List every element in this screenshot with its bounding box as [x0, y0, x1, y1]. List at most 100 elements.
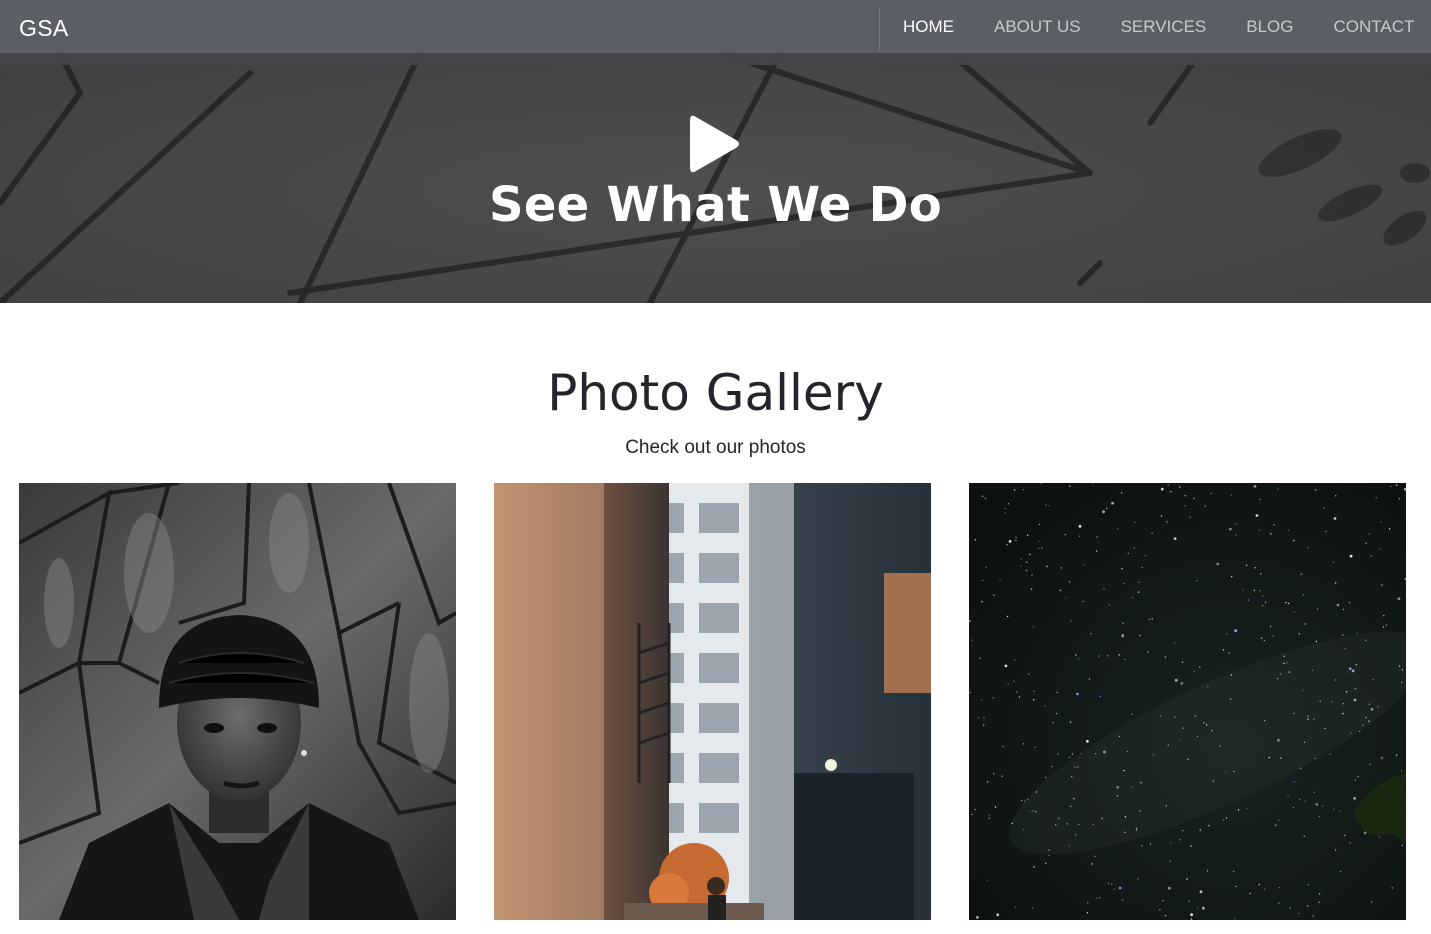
star	[1029, 553, 1031, 556]
star	[1370, 555, 1372, 557]
star	[1028, 673, 1030, 675]
star	[1127, 552, 1129, 555]
star	[1277, 738, 1280, 742]
star	[986, 781, 989, 783]
star	[1011, 822, 1013, 825]
star	[1255, 514, 1259, 517]
star	[1025, 569, 1028, 572]
star	[1164, 656, 1167, 658]
star	[1122, 622, 1124, 624]
star	[1325, 530, 1327, 533]
star	[1070, 805, 1072, 807]
star	[1339, 870, 1342, 873]
star	[1210, 492, 1212, 495]
star	[1141, 845, 1143, 847]
star	[1066, 823, 1068, 825]
star	[1333, 808, 1335, 811]
star	[1199, 890, 1203, 894]
star	[1137, 591, 1140, 593]
star	[1235, 885, 1237, 888]
star	[979, 657, 981, 659]
star	[1033, 690, 1035, 692]
star	[1077, 766, 1079, 768]
star	[1111, 501, 1114, 505]
star	[1166, 521, 1168, 523]
star	[1354, 779, 1356, 781]
gallery-photo-city-alley[interactable]	[494, 483, 931, 920]
gallery-photo-starry-sky[interactable]	[969, 483, 1406, 920]
star	[1118, 654, 1120, 656]
star	[1033, 866, 1035, 868]
star	[1332, 561, 1335, 563]
star	[1078, 823, 1080, 826]
star	[1045, 776, 1047, 779]
star	[1160, 487, 1164, 491]
play-icon[interactable]	[686, 113, 742, 175]
star	[1253, 589, 1256, 592]
star	[1299, 767, 1302, 769]
star	[1245, 564, 1248, 566]
star	[1090, 633, 1092, 635]
star	[1349, 842, 1351, 844]
star	[1263, 719, 1266, 722]
star	[1159, 909, 1161, 911]
star	[1178, 839, 1181, 841]
portrait-photo	[19, 483, 456, 920]
star	[1388, 528, 1391, 530]
star	[1022, 489, 1025, 491]
star	[1370, 707, 1374, 711]
star	[992, 697, 994, 699]
star	[1121, 568, 1123, 570]
star	[1229, 527, 1232, 531]
star	[1264, 888, 1266, 890]
star	[1259, 590, 1261, 592]
star	[1098, 655, 1100, 657]
star	[1314, 489, 1317, 491]
star	[1151, 618, 1153, 620]
star	[1231, 575, 1233, 578]
star	[1404, 578, 1406, 580]
star	[1202, 906, 1205, 910]
star	[1380, 521, 1382, 523]
star	[1323, 507, 1325, 509]
nav-links: HOME ABOUT US SERVICES BLOG CONTACT	[903, 0, 1431, 53]
gallery-photo-portrait[interactable]	[19, 483, 456, 920]
star	[1380, 756, 1384, 760]
nav-link-home[interactable]: HOME	[903, 17, 954, 37]
star	[1300, 573, 1302, 575]
star	[1336, 603, 1340, 607]
star	[1116, 785, 1120, 789]
nav-link-about-us[interactable]: ABOUT US	[994, 17, 1081, 37]
nav-link-services[interactable]: SERVICES	[1121, 17, 1207, 37]
star	[1381, 584, 1383, 586]
star	[1013, 680, 1015, 682]
star	[1137, 878, 1139, 880]
brand-logo[interactable]: GSA	[19, 15, 68, 42]
star	[1056, 691, 1058, 694]
star	[1263, 639, 1265, 642]
star	[1190, 845, 1192, 847]
star	[1302, 594, 1305, 596]
star	[1344, 647, 1346, 650]
star	[1302, 689, 1304, 692]
star	[1401, 844, 1403, 846]
star	[1298, 798, 1301, 801]
star	[1135, 827, 1138, 830]
star	[1368, 720, 1370, 722]
star	[1398, 665, 1401, 667]
star	[1113, 888, 1115, 890]
star	[1108, 882, 1110, 884]
star	[1103, 750, 1106, 754]
star	[1335, 582, 1337, 584]
star	[1173, 642, 1176, 644]
star	[1022, 743, 1025, 745]
star	[1276, 678, 1279, 680]
star	[982, 579, 984, 582]
star	[988, 814, 991, 816]
nav-link-contact[interactable]: CONTACT	[1334, 17, 1415, 37]
nav-link-blog[interactable]: BLOG	[1246, 17, 1293, 37]
star	[1055, 712, 1058, 715]
star	[1014, 659, 1016, 661]
star	[1035, 791, 1038, 793]
star	[1148, 618, 1150, 621]
